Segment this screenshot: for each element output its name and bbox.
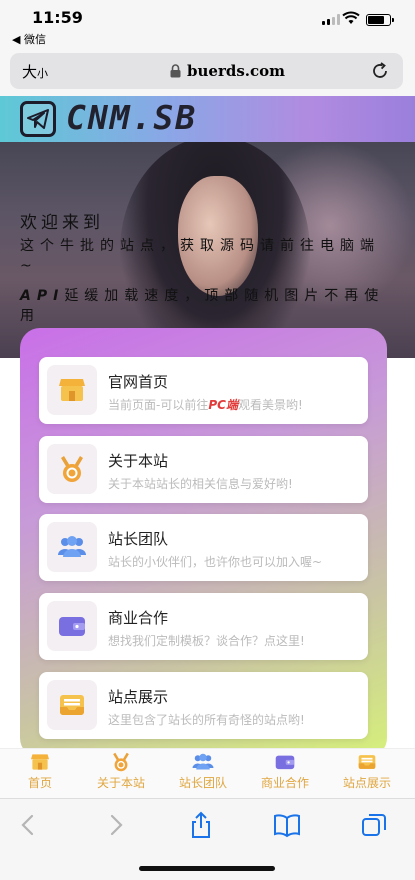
forward-icon[interactable]: [102, 811, 130, 839]
welcome-heading: 欢迎来到: [20, 213, 104, 233]
telegram-icon: [20, 101, 56, 137]
bottom-navigation: 首页 关于本站 站长团队 商业合作 站点展示: [0, 748, 415, 798]
status-bar: 11:59 ◀ 微信: [0, 0, 415, 50]
status-time: 11:59: [32, 8, 83, 27]
intro-text: 这个牛批的站点，获取源码请前往电脑端~: [20, 238, 380, 274]
browser-address-bar: 大小 buerds.com: [0, 50, 415, 96]
logo-banner: [0, 96, 415, 142]
text-size-button[interactable]: 大小: [22, 61, 48, 82]
nav-item-business[interactable]: 商业合作: [245, 751, 325, 791]
team-icon: [163, 751, 243, 773]
wallet-icon: [245, 751, 325, 773]
tabs-icon[interactable]: [360, 811, 388, 839]
reload-icon[interactable]: [369, 60, 391, 82]
medal-icon: [81, 751, 161, 773]
battery-icon: [366, 14, 394, 26]
card-subtitle: 想找我们定制模板？谈合作？点这里!: [108, 634, 305, 648]
nav-item-about[interactable]: 关于本站: [81, 751, 161, 791]
card-subtitle: 这里包含了站长的所有奇怪的站点哟!: [108, 713, 305, 727]
card-title: 商业合作: [108, 609, 169, 627]
inbox-icon: [327, 751, 407, 773]
card-home[interactable]: 官网首页 当前页面-可以前往PC端观看美景哟!: [39, 357, 368, 424]
bookmarks-icon[interactable]: [273, 811, 301, 839]
card-subtitle: 关于本站站长的相关信息与爱好哟!: [108, 477, 293, 491]
home-indicator: [139, 866, 275, 871]
card-showcase[interactable]: 站点展示 这里包含了站长的所有奇怪的站点哟!: [39, 672, 368, 739]
card-business[interactable]: 商业合作 想找我们定制模板？谈合作？点这里!: [39, 593, 368, 660]
card-subtitle: 站长的小伙伴们，也许你也可以加入喔~: [108, 555, 323, 569]
card-title: 官网首页: [108, 373, 169, 391]
card-title: 站长团队: [108, 530, 169, 548]
lock-icon: [170, 64, 181, 78]
card-about[interactable]: 关于本站 关于本站站长的相关信息与爱好哟!: [39, 436, 368, 503]
inbox-icon: [47, 680, 97, 730]
api-note: API延缓加载速度，顶部随机图片不再使用: [20, 288, 385, 324]
shop-icon: [0, 751, 80, 773]
nav-item-showcase[interactable]: 站点展示: [327, 751, 407, 791]
nav-item-home[interactable]: 首页: [0, 751, 80, 791]
nav-label: 站点展示: [342, 776, 391, 790]
site-logo-text: CNM.SB: [66, 98, 198, 137]
url-field[interactable]: 大小 buerds.com: [10, 53, 403, 89]
nav-label: 关于本站: [96, 776, 145, 790]
team-icon: [47, 522, 97, 572]
card-subtitle: 当前页面-可以前往PC端观看美景哟!: [108, 398, 303, 412]
wallet-icon: [47, 601, 97, 651]
signal-icon: [322, 14, 340, 25]
back-to-app-link[interactable]: ◀ 微信: [12, 31, 46, 47]
wifi-icon: [342, 11, 360, 24]
card-title: 关于本站: [108, 452, 169, 470]
shop-icon: [47, 365, 97, 415]
nav-label: 首页: [27, 776, 52, 790]
medal-icon: [47, 444, 97, 494]
nav-item-team[interactable]: 站长团队: [163, 751, 243, 791]
share-icon[interactable]: [187, 811, 215, 839]
nav-label: 站长团队: [178, 776, 227, 790]
nav-label: 商业合作: [260, 776, 309, 790]
card-team[interactable]: 站长团队 站长的小伙伴们，也许你也可以加入喔~: [39, 514, 368, 581]
url-display[interactable]: buerds.com: [170, 62, 285, 80]
card-title: 站点展示: [108, 688, 169, 706]
back-icon[interactable]: [14, 811, 42, 839]
